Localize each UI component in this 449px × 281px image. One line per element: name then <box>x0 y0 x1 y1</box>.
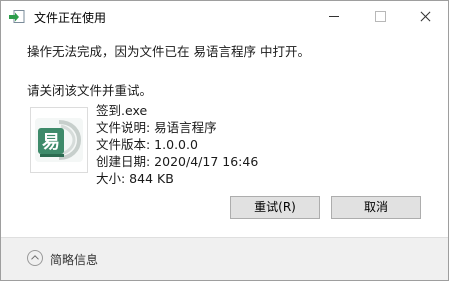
file-details: 签到.exe 文件说明: 易语言程序 文件版本: 1.0.0.0 创建日期: 2… <box>96 102 258 187</box>
chevron-up-icon[interactable] <box>27 250 43 266</box>
file-version: 文件版本: 1.0.0.0 <box>96 137 198 152</box>
fewer-details-toggle[interactable]: 简略信息 <box>50 251 98 268</box>
minimize-button[interactable] <box>311 1 357 32</box>
file-size: 大小: 844 KB <box>96 171 174 186</box>
window-title: 文件正在使用 <box>34 11 107 25</box>
minimize-icon <box>329 16 339 17</box>
maximize-button[interactable] <box>357 1 403 32</box>
e-language-program-icon: 易 <box>35 118 83 162</box>
instruction-message: 请关闭该文件并重试。 <box>27 83 153 98</box>
dialog-footer: 简略信息 <box>1 237 448 280</box>
maximize-icon <box>375 11 386 22</box>
file-move-icon <box>9 10 25 23</box>
retry-button[interactable]: 重试(R) <box>230 196 320 219</box>
svg-text:易: 易 <box>42 132 60 153</box>
file-description: 文件说明: 易语言程序 <box>96 120 217 135</box>
file-name: 签到.exe <box>96 103 148 118</box>
file-created-date: 创建日期: 2020/4/17 16:46 <box>96 154 259 169</box>
error-message: 操作无法完成，因为文件已在 易语言程序 中打开。 <box>27 44 310 59</box>
file-icon-frame: 易 <box>30 107 88 173</box>
cancel-button[interactable]: 取消 <box>331 196 421 219</box>
close-button[interactable] <box>402 1 448 32</box>
title-bar[interactable]: 文件正在使用 <box>1 1 448 32</box>
file-in-use-dialog: 文件正在使用 操作无法完成，因为文件已在 易语言程序 中打开。 请关闭该文件并重… <box>0 0 449 281</box>
